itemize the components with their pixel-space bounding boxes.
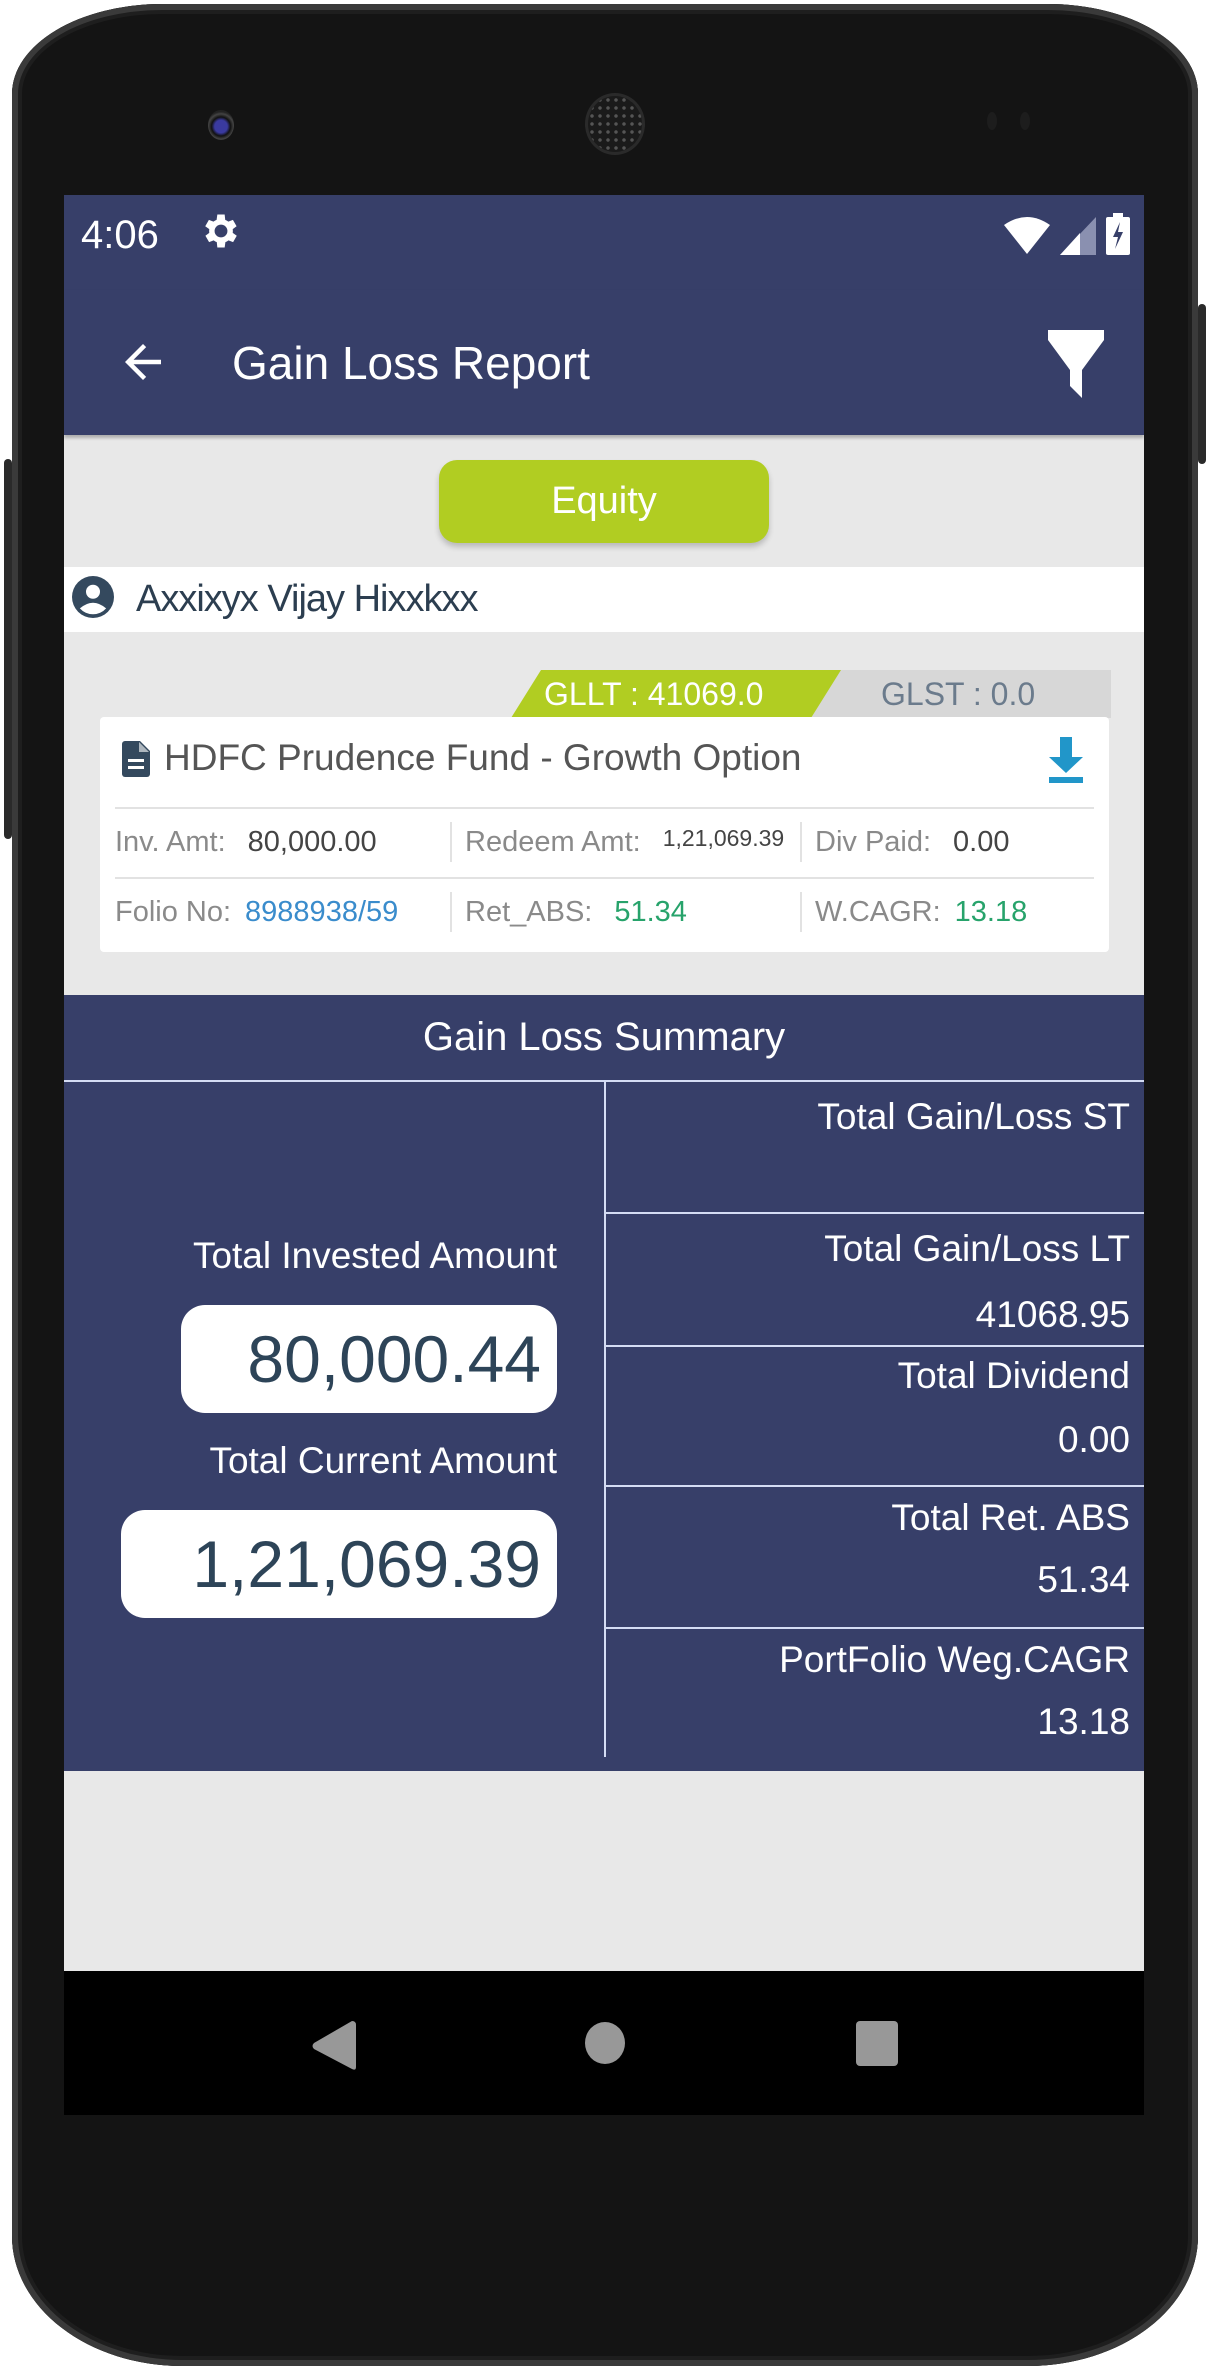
nav-back-icon[interactable] [312, 2021, 356, 2076]
total-invested-value: 80,000.44 [181, 1305, 557, 1413]
nav-home-icon[interactable] [585, 2022, 625, 2064]
arrow-left-icon[interactable] [116, 335, 170, 394]
wcagr-value: 13.18 [954, 895, 1028, 928]
total-current-value: 1,21,069.39 [121, 1510, 557, 1618]
app-bar: Gain Loss Report [64, 290, 1144, 435]
gllt-tag: GLLT : 41069.0 [511, 670, 841, 718]
div-paid-label: Div Paid: [815, 825, 932, 858]
gain-loss-st-label: Total Gain/Loss ST [817, 1096, 1130, 1137]
wcagr-label: W.CAGR: [815, 895, 941, 928]
fund-header: HDFC Prudence Fund - Growth Option [100, 717, 1109, 809]
folio-cell: Folio No: 8988938/59 [100, 879, 450, 945]
gain-loss-tags: GLST : 0.0 GLLT : 41069.0 [511, 670, 1111, 718]
summary-row-lt: Total Gain/Loss LT 41068.95 [606, 1214, 1144, 1345]
proximity-sensor [987, 112, 997, 130]
equity-category-button[interactable]: Equity [439, 460, 769, 543]
ret-abs-label: Ret_ABS: [465, 895, 593, 928]
summary-row-dividend: Total Dividend 0.00 [606, 1347, 1144, 1485]
total-invested-label: Total Invested Amount [192, 1235, 557, 1276]
inv-amt-label: Inv. Amt: [115, 825, 226, 858]
redeem-amt-value: 1,21,069.39 [662, 825, 785, 851]
gain-loss-summary: Gain Loss Summary Total Invested Amount … [64, 995, 1144, 1771]
inv-amt-cell: Inv. Amt: 80,000.00 [100, 809, 450, 875]
device-screen: 4:06 Gain Loss Report Equity Axxixyx Vij… [64, 195, 1144, 2115]
total-ret-abs-label: Total Ret. ABS [891, 1497, 1130, 1538]
ret-abs-value: 51.34 [614, 895, 687, 928]
redeem-amt-cell: Redeem Amt: 1,21,069.39 [450, 809, 800, 875]
filter-funnel-icon[interactable] [1048, 330, 1104, 403]
portfolio-cagr-label: PortFolio Weg.CAGR [779, 1639, 1130, 1680]
status-time: 4:06 [81, 213, 159, 257]
page-title: Gain Loss Report [232, 337, 590, 389]
earpiece-speaker [588, 96, 642, 152]
ret-abs-cell: Ret_ABS: 51.34 [450, 879, 800, 945]
folio-label: Folio No: [115, 895, 232, 928]
gear-icon [199, 209, 243, 258]
status-bar: 4:06 [64, 195, 1144, 290]
folio-value[interactable]: 8988938/59 [245, 896, 398, 929]
battery-charging-icon [1106, 213, 1130, 260]
div-paid-cell: Div Paid: 0.00 [800, 809, 1100, 875]
total-current-label: Total Current Amount [209, 1440, 557, 1481]
system-nav-bar [64, 1971, 1144, 2115]
phone-volume-button [1198, 304, 1206, 464]
investor-name: Axxixyx Vijay Hixxkxx [136, 578, 478, 620]
document-icon [122, 741, 150, 782]
nav-recents-icon[interactable] [856, 2021, 898, 2066]
summary-row-cagr: PortFolio Weg.CAGR 13.18 [606, 1629, 1144, 1769]
summary-row-st: Total Gain/Loss ST [606, 1082, 1144, 1212]
fund-card[interactable]: HDFC Prudence Fund - Growth Option Inv. … [100, 717, 1109, 952]
summary-totals: Total Invested Amount 80,000.44 Total Cu… [64, 1082, 604, 1771]
fund-name: HDFC Prudence Fund - Growth Option [164, 737, 802, 778]
summary-row-ret-abs: Total Ret. ABS 51.34 [606, 1487, 1144, 1627]
total-ret-abs-value: 51.34 [1037, 1559, 1130, 1600]
div-paid-value: 0.00 [953, 825, 1010, 858]
gain-loss-lt-label: Total Gain/Loss LT [824, 1228, 1130, 1269]
glst-tag: GLST : 0.0 [811, 670, 1111, 718]
user-account-icon [72, 576, 114, 623]
total-dividend-value: 0.00 [1057, 1419, 1130, 1460]
inv-amt-value: 80,000.00 [247, 825, 377, 858]
summary-title: Gain Loss Summary [422, 1015, 786, 1059]
gain-loss-lt-value: 41068.95 [975, 1294, 1130, 1335]
phone-side-button [4, 459, 12, 839]
light-sensor [1020, 112, 1030, 130]
total-dividend-label: Total Dividend [897, 1355, 1130, 1396]
redeem-amt-label: Redeem Amt: [465, 825, 641, 858]
front-camera [208, 110, 234, 140]
investor-name-row: Axxixyx Vijay Hixxkxx [64, 567, 1144, 632]
portfolio-cagr-value: 13.18 [1037, 1701, 1130, 1742]
wcagr-cell: W.CAGR: 13.18 [800, 879, 1100, 945]
download-icon[interactable] [1047, 737, 1085, 788]
signal-icon [1060, 217, 1096, 260]
fund-details-row-2: Folio No: 8988938/59 Ret_ABS: 51.34 W.CA… [100, 879, 1109, 945]
wifi-icon [1004, 217, 1050, 260]
fund-details-row-1: Inv. Amt: 80,000.00 Redeem Amt: 1,21,069… [100, 809, 1109, 875]
